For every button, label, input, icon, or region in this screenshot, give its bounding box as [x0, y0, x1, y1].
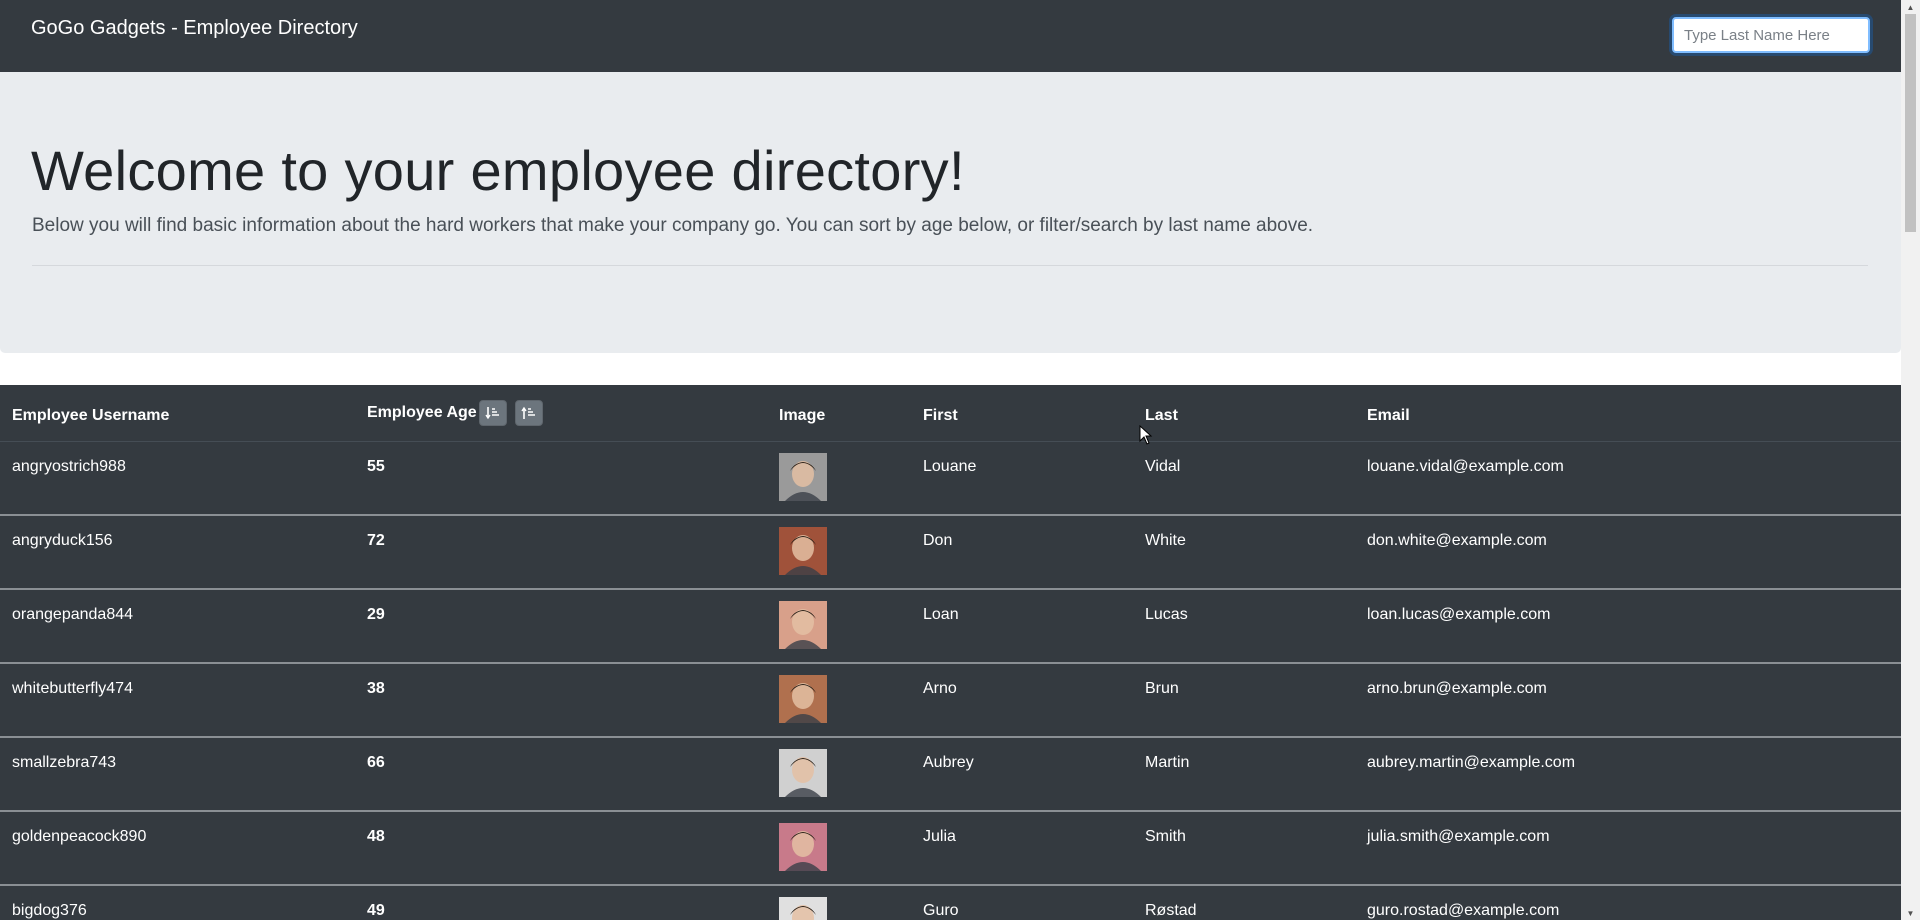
cell-email: guro.rostad@example.com	[1367, 902, 1560, 919]
scrollbar-thumb[interactable]	[1905, 14, 1916, 232]
cell-first: Arno	[923, 680, 957, 697]
employee-table: Employee Username Employee Age Image Fir…	[0, 385, 1901, 920]
header-age: Employee Age	[367, 404, 477, 421]
cell-last: Martin	[1145, 754, 1190, 771]
cell-username: angryostrich988	[12, 458, 126, 475]
cell-email: loan.lucas@example.com	[1367, 606, 1551, 623]
page-title: Welcome to your employee directory!	[31, 139, 965, 202]
cell-email: aubrey.martin@example.com	[1367, 754, 1576, 771]
page-scrollbar[interactable]: ▲ ▼	[1901, 0, 1920, 920]
cell-username: angryduck156	[12, 532, 113, 549]
employee-photo	[779, 453, 827, 501]
cell-username: whitebutterfly474	[12, 680, 133, 697]
jumbotron: Welcome to your employee directory! Belo…	[0, 72, 1901, 353]
sort-descending-icon	[521, 406, 535, 419]
employee-photo	[779, 527, 827, 575]
page-lead: Below you will find basic information ab…	[32, 215, 1314, 236]
cell-email: don.white@example.com	[1367, 532, 1547, 549]
navbar: GoGo Gadgets - Employee Directory	[0, 0, 1901, 72]
scroll-down-icon[interactable]: ▼	[1901, 906, 1920, 920]
cell-age: 48	[367, 828, 385, 845]
cell-first: Guro	[923, 902, 959, 919]
last-name-search-input[interactable]	[1672, 17, 1870, 53]
mouse-cursor-icon	[1139, 425, 1153, 445]
header-email: Email	[1367, 407, 1410, 424]
cell-last: Lucas	[1145, 606, 1188, 623]
cell-last: White	[1145, 532, 1186, 549]
cell-age: 55	[367, 458, 385, 475]
cell-age: 66	[367, 754, 385, 771]
divider	[32, 265, 1868, 266]
cell-age: 29	[367, 606, 385, 623]
table-row: orangepanda844 29 Loan Lucas loan.lucas@exam…	[0, 590, 1901, 664]
sort-age-descending-button[interactable]	[515, 400, 543, 426]
header-last: Last	[1145, 407, 1178, 424]
cell-username: bigdog376	[12, 902, 87, 919]
header-first: First	[923, 407, 958, 424]
table-row: angryostrich988 55 Louane Vidal louane.vidal…	[0, 442, 1901, 516]
employee-photo	[779, 897, 827, 920]
scroll-up-icon[interactable]: ▲	[1901, 0, 1920, 14]
table-row: bigdog376 49 Guro Røstad guro.rostad@example…	[0, 886, 1901, 920]
navbar-brand[interactable]: GoGo Gadgets - Employee Directory	[31, 17, 358, 40]
cell-last: Vidal	[1145, 458, 1181, 475]
cell-age: 49	[367, 902, 385, 919]
employee-photo	[779, 749, 827, 797]
cell-last: Brun	[1145, 680, 1179, 697]
table-row: smallzebra743 66 Aubrey Martin aubrey.martin…	[0, 738, 1901, 812]
cell-email: arno.brun@example.com	[1367, 680, 1547, 697]
cell-username: goldenpeacock890	[12, 828, 147, 845]
cell-email: louane.vidal@example.com	[1367, 458, 1564, 475]
cell-first: Aubrey	[923, 754, 974, 771]
header-image: Image	[779, 407, 826, 424]
cell-age: 38	[367, 680, 385, 697]
table-row: angryduck156 72 Don White don.white@example.…	[0, 516, 1901, 590]
cell-first: Louane	[923, 458, 977, 475]
cell-first: Don	[923, 532, 953, 549]
table-row: whitebutterfly474 38 Arno Brun arno.brun@exa…	[0, 664, 1901, 738]
employee-photo	[779, 601, 827, 649]
cell-last: Røstad	[1145, 902, 1197, 919]
table-row: goldenpeacock890 48 Julia Smith julia.smith@…	[0, 812, 1901, 886]
employee-photo	[779, 675, 827, 723]
cell-username: smallzebra743	[12, 754, 117, 771]
cell-first: Loan	[923, 606, 959, 623]
cell-first: Julia	[923, 828, 956, 845]
header-username: Employee Username	[12, 407, 170, 424]
sort-ascending-icon	[485, 407, 499, 420]
cell-last: Smith	[1145, 828, 1186, 845]
table-body: angryostrich988 55 Louane Vidal louane.vidal…	[0, 442, 1901, 920]
sort-age-ascending-button[interactable]	[479, 400, 507, 426]
employee-photo	[779, 823, 827, 871]
cell-username: orangepanda844	[12, 606, 134, 623]
cell-age: 72	[367, 532, 385, 549]
table-header: Employee Username Employee Age Image Fir…	[0, 385, 1901, 442]
cell-email: julia.smith@example.com	[1367, 828, 1550, 845]
